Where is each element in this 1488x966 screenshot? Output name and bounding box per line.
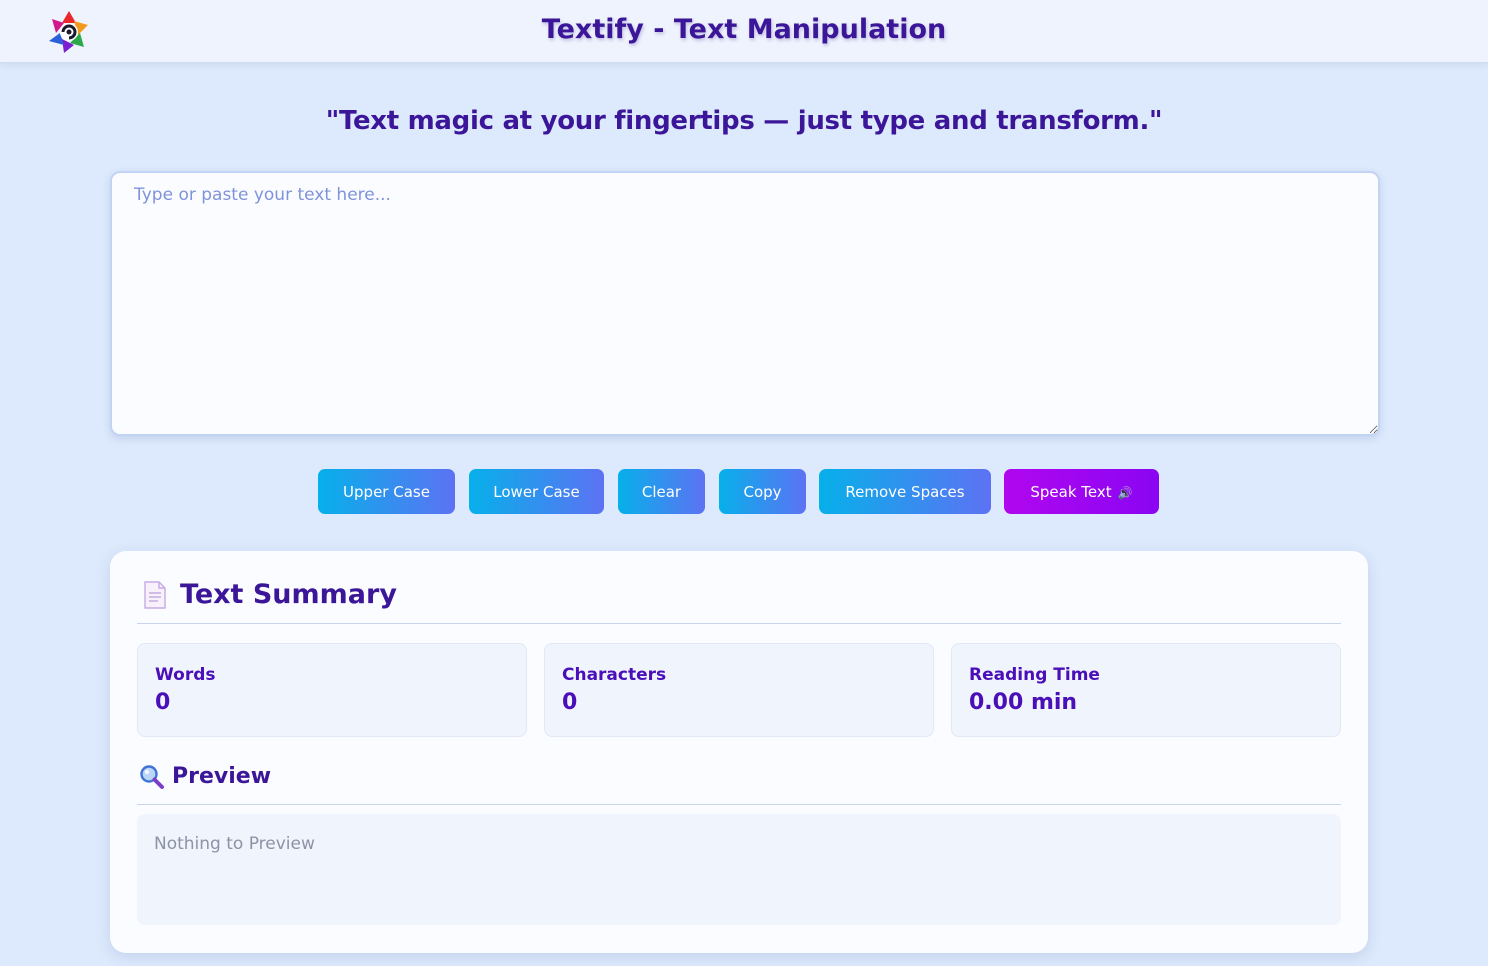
stat-label: Characters (562, 665, 667, 685)
remove-spaces-button[interactable]: Remove Spaces (819, 469, 991, 514)
navbar: Textify - Text Manipulation (0, 0, 1488, 63)
document-icon (144, 581, 166, 609)
upper-case-button[interactable]: Upper Case (318, 469, 455, 514)
stat-label: Reading Time (969, 665, 1100, 685)
speak-text-label: Speak Text (1030, 482, 1112, 501)
summary-card: Text Summary Words 0 Characters 0 Readin… (110, 551, 1368, 953)
tagline: "Text magic at your fingertips — just ty… (325, 106, 1163, 136)
magnifier-icon (140, 765, 164, 789)
preview-text: Nothing to Preview (154, 834, 315, 854)
summary-title: Text Summary (180, 579, 397, 610)
text-input[interactable] (110, 171, 1380, 436)
speaker-icon: 🔊 (1117, 485, 1133, 500)
clear-button[interactable]: Clear (618, 469, 705, 514)
stat-reading-time: Reading Time 0.00 min (951, 643, 1341, 737)
lower-case-button[interactable]: Lower Case (469, 469, 604, 514)
action-toolbar: Upper Case Lower Case Clear Copy Remove … (0, 469, 1488, 514)
stat-characters: Characters 0 (544, 643, 934, 737)
preview-divider (137, 804, 1341, 805)
stat-value: 0.00 min (969, 690, 1078, 715)
stat-value: 0 (155, 690, 171, 715)
speak-text-button[interactable]: Speak Text 🔊 (1004, 469, 1159, 514)
preview-box: Nothing to Preview (137, 814, 1341, 925)
app-title: Textify - Text Manipulation (541, 14, 947, 45)
copy-button[interactable]: Copy (719, 469, 806, 514)
preview-title: Preview (172, 764, 272, 789)
stat-value: 0 (562, 690, 578, 715)
summary-divider (137, 623, 1341, 624)
stat-label: Words (155, 665, 216, 685)
stat-words: Words 0 (137, 643, 527, 737)
